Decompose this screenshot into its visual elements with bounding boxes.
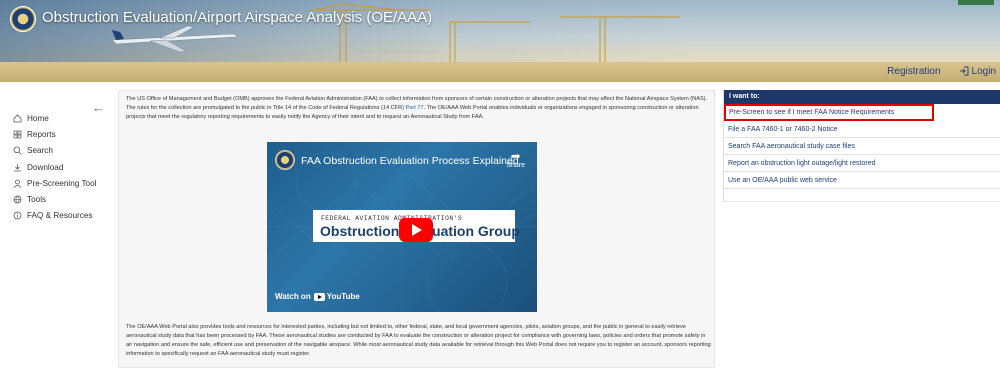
top-right-tab[interactable] bbox=[958, 0, 994, 5]
sidebar-item-download[interactable]: Download bbox=[10, 159, 110, 175]
sidebar-item-label: FAQ & Resources bbox=[27, 211, 93, 221]
login-link[interactable]: Login bbox=[959, 66, 996, 77]
banner-ground bbox=[0, 62, 1000, 82]
panel-heading: I want to: bbox=[724, 90, 1000, 104]
intro-paragraph: The US Office of Management and Budget (… bbox=[126, 95, 711, 122]
part-77-link[interactable]: Part 77 bbox=[406, 105, 424, 111]
info-icon bbox=[10, 211, 24, 220]
video-card-subtitle: FEDERAL AVIATION ADMINISTRATION'S bbox=[321, 215, 463, 222]
sidebar-item-pre-screening-tool[interactable]: Pre-Screening Tool bbox=[10, 175, 110, 191]
main-content: The US Office of Management and Budget (… bbox=[118, 90, 715, 368]
sidebar-item-label: Home bbox=[27, 113, 49, 123]
search-icon bbox=[10, 146, 24, 156]
outro-paragraph: The OE/AAA Web Portal also provides tool… bbox=[126, 324, 711, 357]
sidebar-item-label: Reports bbox=[27, 129, 56, 139]
sidebar-item-label: Search bbox=[27, 146, 53, 156]
registration-link[interactable]: Registration bbox=[887, 66, 940, 77]
header-banner: Obstruction Evaluation/Airport Airspace … bbox=[0, 0, 1000, 82]
header-links: Registration Login bbox=[887, 62, 1000, 80]
youtube-logo-icon: YouTube bbox=[313, 292, 360, 301]
youtube-play-glyph bbox=[313, 292, 325, 301]
report-light-outage-link[interactable]: Report an obstruction light outage/light… bbox=[724, 155, 1000, 172]
video-embed[interactable]: FAA Obstruction Evaluation Process Expla… bbox=[267, 142, 537, 312]
sidebar-item-label: Pre-Screening Tool bbox=[27, 178, 97, 188]
sidebar-item-home[interactable]: Home bbox=[10, 110, 110, 126]
sidebar-item-tools[interactable]: Tools bbox=[10, 191, 110, 207]
watch-on-label: Watch on bbox=[275, 292, 311, 301]
i-want-to-panel: I want to: Pre-Screen to see if I meet F… bbox=[723, 90, 1000, 202]
sidebar-item-label: Tools bbox=[27, 195, 47, 205]
download-icon bbox=[10, 163, 24, 172]
play-button-icon[interactable] bbox=[399, 218, 433, 242]
site-title[interactable]: Obstruction Evaluation/Airport Airspace … bbox=[42, 9, 432, 26]
search-case-files-link[interactable]: Search FAA aeronautical study case files bbox=[724, 138, 1000, 155]
watch-on-youtube-button[interactable]: Watch on YouTube bbox=[275, 292, 360, 301]
share-icon: ➦ bbox=[510, 149, 521, 163]
file-notice-link[interactable]: File a FAA 7460-1 or 7460-2 Notice bbox=[724, 121, 1000, 138]
login-label: Login bbox=[971, 65, 996, 77]
globe-icon bbox=[10, 195, 24, 204]
faa-channel-seal-icon[interactable] bbox=[275, 150, 295, 170]
video-title[interactable]: FAA Obstruction Evaluation Process Expla… bbox=[301, 155, 519, 167]
airplane-image bbox=[111, 25, 237, 53]
reports-icon bbox=[10, 130, 24, 139]
login-icon bbox=[959, 66, 968, 76]
pre-screen-link[interactable]: Pre-Screen to see if I meet FAA Notice R… bbox=[724, 104, 934, 121]
sidebar-item-label: Download bbox=[27, 162, 64, 172]
faa-seal-icon[interactable] bbox=[10, 6, 36, 32]
sidebar-item-reports[interactable]: Reports bbox=[10, 126, 110, 142]
youtube-label: YouTube bbox=[326, 292, 360, 301]
sidebar-item-search[interactable]: Search bbox=[10, 143, 110, 159]
sidebar-item-faq-resources[interactable]: FAQ & Resources bbox=[10, 208, 110, 224]
share-label: Share bbox=[506, 162, 525, 169]
person-icon bbox=[10, 179, 24, 188]
sidebar: Home Reports Search Download Pre-Screeni… bbox=[10, 110, 110, 224]
public-web-service-link[interactable]: Use an OE/AAA public web service bbox=[724, 172, 1000, 189]
home-icon bbox=[10, 114, 24, 123]
share-button[interactable]: ➦ Share bbox=[506, 150, 525, 169]
